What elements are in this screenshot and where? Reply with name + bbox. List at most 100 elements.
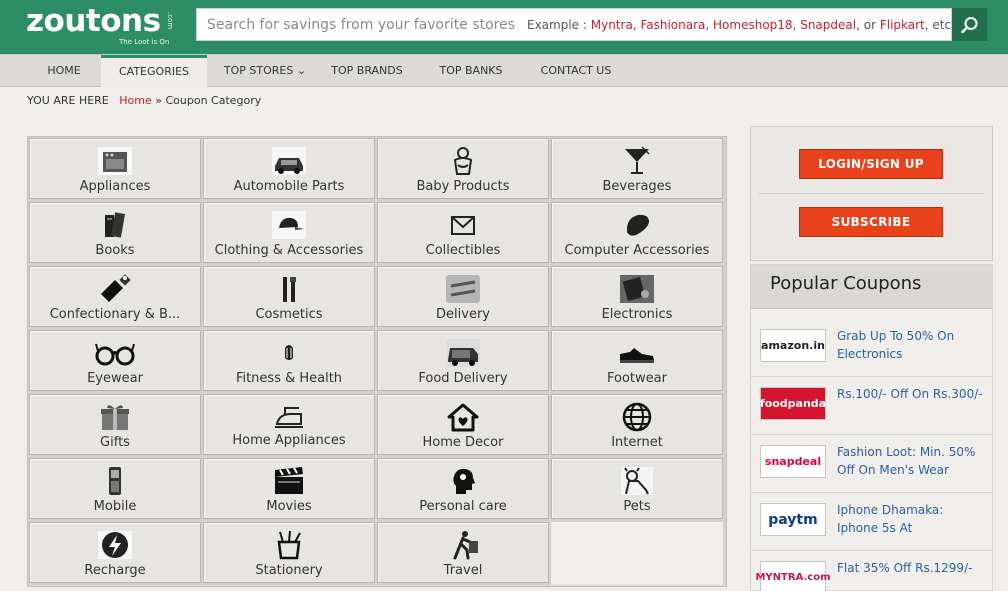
- category-label: Cosmetics: [255, 307, 323, 322]
- category-clothing-accessories[interactable]: Clothing & Accessories: [203, 202, 375, 263]
- category-label: Gifts: [100, 435, 130, 450]
- nav-top-banks[interactable]: TOP BANKS: [434, 55, 508, 87]
- glasses-icon: [95, 343, 135, 366]
- coupon-item[interactable]: paytm Iphone Dhamaka: Iphone 5s At: [751, 493, 992, 551]
- zoutons-logo[interactable]: zoutons .com The Loot is On: [26, 3, 174, 46]
- category-eyewear[interactable]: Eyewear: [29, 330, 201, 391]
- nav-top-brands[interactable]: TOP BRANDS: [325, 55, 409, 87]
- category-label: Baby Products: [416, 179, 510, 194]
- coupon-item[interactable]: MYNTRA.com Flat 35% Off Rs.1299/-: [751, 551, 992, 591]
- category-label: Stationery: [255, 563, 323, 578]
- category-cosmetics[interactable]: Cosmetics: [203, 266, 375, 327]
- house-icon: [447, 403, 479, 432]
- breadcrumb-home-link[interactable]: Home: [119, 94, 151, 107]
- breadcrumb-separator: »: [155, 94, 162, 107]
- category-baby-products[interactable]: Baby Products: [377, 138, 549, 199]
- category-label: Home Appliances: [232, 433, 346, 448]
- category-label: Internet: [611, 435, 663, 450]
- category-collectibles[interactable]: Collectibles: [377, 202, 549, 263]
- breadcrumb: YOU ARE HERE Home » Coupon Category: [27, 94, 261, 107]
- gift-icon: [101, 405, 129, 430]
- coupon-link[interactable]: Rs.100/- Off On Rs.300/-: [837, 385, 987, 403]
- coupon-link[interactable]: Fashion Loot: Min. 50% Off On Men's Wear: [837, 443, 987, 479]
- head-icon: [453, 468, 475, 494]
- category-footwear[interactable]: Footwear: [551, 330, 723, 391]
- login-signup-button[interactable]: LOGIN/SIGN UP: [799, 149, 943, 179]
- category-gifts[interactable]: Gifts: [29, 394, 201, 455]
- coupon-link[interactable]: Grab Up To 50% On Electronics: [837, 327, 987, 363]
- iron-icon: [275, 407, 303, 428]
- foodpanda-logo[interactable]: foodpanda: [760, 387, 826, 420]
- myntra-logo[interactable]: MYNTRA.com: [755, 561, 831, 591]
- category-delivery[interactable]: Delivery: [377, 266, 549, 327]
- category-mobile[interactable]: Mobile: [29, 458, 201, 519]
- nav-contact-us[interactable]: CONTACT US: [534, 55, 618, 87]
- shoe-icon: [620, 348, 654, 363]
- nav-home[interactable]: HOME: [33, 55, 95, 87]
- category-food-delivery[interactable]: Food Delivery: [377, 330, 549, 391]
- category-travel[interactable]: Travel: [377, 522, 549, 583]
- category-label: Footwear: [607, 371, 667, 386]
- category-appliances[interactable]: Appliances: [29, 138, 201, 199]
- subscribe-button[interactable]: SUBSCRIBE: [799, 207, 943, 237]
- category-recharge[interactable]: Recharge: [29, 522, 201, 583]
- example-store[interactable]: Snapdeal: [800, 18, 856, 32]
- category-confectionary[interactable]: Confectionary & B...: [29, 266, 201, 327]
- example-store[interactable]: Flipkart: [880, 18, 925, 32]
- nav-top-stores[interactable]: TOP STORES ⌄: [219, 55, 311, 87]
- globe-icon: [622, 402, 652, 432]
- category-fitness-health[interactable]: Fitness & Health: [203, 330, 375, 391]
- example-store[interactable]: Myntra: [591, 18, 633, 32]
- mouse-icon: [626, 214, 649, 236]
- snapdeal-logo[interactable]: snapdeal: [760, 445, 826, 478]
- pet-icon: [621, 467, 653, 495]
- category-pets[interactable]: Pets: [551, 458, 723, 519]
- category-stationery[interactable]: Stationery: [203, 522, 375, 583]
- example-store[interactable]: Fashionara: [640, 18, 705, 32]
- clapperboard-icon: [275, 467, 303, 494]
- category-label: Home Decor: [422, 435, 504, 450]
- search-button[interactable]: [952, 8, 987, 41]
- nav-categories[interactable]: CATEGORIES: [101, 55, 207, 87]
- store-logo-text: MYNTRA.com: [755, 572, 831, 583]
- coupon-item[interactable]: amazon.in Grab Up To 50% On Electronics: [751, 319, 992, 377]
- category-home-decor[interactable]: Home Decor: [377, 394, 549, 455]
- category-label: Clothing & Accessories: [214, 243, 364, 258]
- category-label: Collectibles: [425, 243, 501, 258]
- main-nav: HOME CATEGORIES TOP STORES ⌄ TOP BRANDS …: [0, 54, 1008, 87]
- category-beverages[interactable]: Beverages: [551, 138, 723, 199]
- category-automobile-parts[interactable]: Automobile Parts: [203, 138, 375, 199]
- paytm-logo[interactable]: paytm: [760, 503, 826, 536]
- category-personal-care[interactable]: Personal care: [377, 458, 549, 519]
- coupon-link[interactable]: Iphone Dhamaka: Iphone 5s At: [837, 501, 987, 537]
- store-logo-text: paytm: [768, 511, 818, 528]
- category-movies[interactable]: Movies: [203, 458, 375, 519]
- chevron-down-icon: ⌄: [296, 64, 307, 77]
- category-label: Movies: [266, 499, 312, 514]
- example-prefix: Example :: [527, 18, 587, 32]
- category-label: Mobile: [93, 499, 137, 514]
- coupon-link[interactable]: Flat 35% Off Rs.1299/-: [837, 559, 987, 577]
- pen-holder-icon: [277, 530, 301, 560]
- search-placeholder: Search for savings from your favorite st…: [207, 17, 516, 33]
- category-label: Appliances: [79, 179, 151, 194]
- amazon-logo[interactable]: amazon.in: [760, 329, 826, 362]
- free-delivery-icon: [446, 275, 480, 303]
- empty-cell: [551, 522, 723, 585]
- category-computer-accessories[interactable]: Computer Accessories: [551, 202, 723, 263]
- search-input[interactable]: Search for savings from your favorite st…: [196, 8, 966, 41]
- category-label: Personal care: [419, 499, 507, 514]
- coupon-item[interactable]: foodpanda Rs.100/- Off On Rs.300/-: [751, 377, 992, 435]
- coupon-item[interactable]: snapdeal Fashion Loot: Min. 50% Off On M…: [751, 435, 992, 493]
- books-icon: [105, 212, 126, 238]
- example-store[interactable]: Homeshop18: [713, 18, 793, 32]
- category-internet[interactable]: Internet: [551, 394, 723, 455]
- category-home-appliances[interactable]: Home Appliances: [203, 394, 375, 455]
- food-delivery-icon: [446, 339, 480, 367]
- category-label: Automobile Parts: [233, 179, 345, 194]
- traveller-icon: [453, 531, 478, 560]
- category-electronics[interactable]: Electronics: [551, 266, 723, 327]
- logo-wordmark: zoutons: [26, 3, 161, 39]
- category-books[interactable]: Books: [29, 202, 201, 263]
- nav-top-stores-label: TOP STORES: [223, 64, 294, 77]
